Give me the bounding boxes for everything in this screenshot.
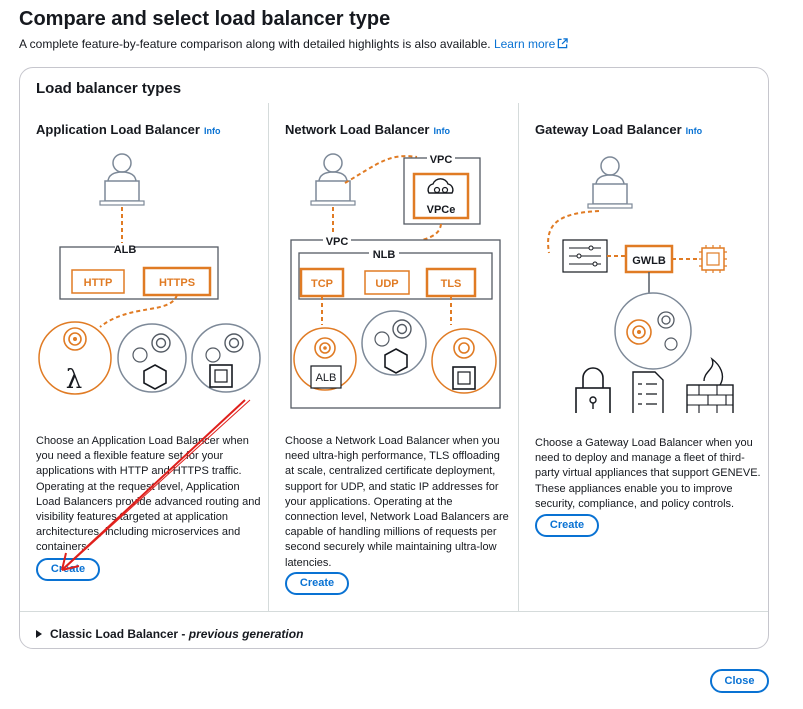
- nlb-group-label: NLB: [373, 249, 396, 261]
- nlb-column: Network Load Balancer Info VPC VPCe VPC …: [268, 103, 518, 611]
- page-description: A complete feature-by-feature comparison…: [19, 37, 569, 51]
- panel-divider: [20, 611, 768, 612]
- nlb-desc-line: at scale, centralized certificate deploy…: [285, 465, 496, 478]
- alb-diagram: ALB HTTP HTTPS λ: [38, 153, 261, 395]
- alb-desc-line: containers.: [36, 541, 90, 554]
- learn-more-link[interactable]: Learn more: [493, 37, 569, 51]
- nlb-vpc-label: VPC: [326, 236, 349, 248]
- nlb-desc-line: Choose a Network Load Balancer when you: [285, 435, 500, 447]
- nlb-desc-line: need ultra-high performance, TLS offload…: [285, 450, 500, 463]
- firewall-icon: [686, 356, 734, 413]
- panel-title: Load balancer types: [36, 80, 182, 97]
- load-balancer-types-panel: Load balancer types Application Load Bal…: [19, 67, 769, 649]
- caret-right-icon: [36, 630, 42, 638]
- nlb-create-button[interactable]: Create: [285, 572, 349, 595]
- instance-target-icon: [431, 328, 497, 394]
- classic-label: Classic Load Balancer: [50, 627, 179, 641]
- nlb-description: Choose a Network Load Balancer when you …: [285, 434, 513, 571]
- alb-desc-line: visibility features targeted at applicat…: [36, 511, 228, 524]
- tls-box: TLS: [441, 278, 462, 290]
- gwlb-desc-line: security, compliance, and policy control…: [535, 497, 735, 510]
- alb-desc-line: Load Balancers provide advanced routing …: [36, 495, 261, 508]
- gwlb-desc-line: party virtual appliances that support GE…: [535, 467, 761, 480]
- user-icon: [587, 156, 633, 209]
- nlb-alb-target-label: ALB: [316, 372, 337, 384]
- checklist-icon: [632, 371, 664, 413]
- http-box: HTTP: [84, 277, 113, 289]
- https-box: HTTPS: [159, 277, 195, 289]
- alb-target-icon: ALB: [293, 327, 357, 391]
- gwlb-column: Gateway Load Balancer Info GWLB Choose a…: [518, 103, 769, 611]
- gwlb-description: Choose a Gateway Load Balancer when you …: [535, 436, 765, 512]
- container-target-icon: [117, 323, 187, 393]
- classic-suffix: previous generation: [188, 627, 304, 641]
- user-icon: [99, 153, 145, 206]
- lambda-target-icon: λ: [38, 321, 112, 395]
- alb-description: Choose an Application Load Balancer when…: [36, 434, 262, 556]
- alb-desc-line: architectures, including microservices a…: [36, 526, 241, 539]
- nlb-desc-line: latencies.: [285, 556, 332, 569]
- gwlb-diagram: GWLB: [547, 156, 734, 413]
- learn-more-label: Learn more: [493, 37, 556, 51]
- classic-load-balancer-toggle[interactable]: Classic Load Balancer - previous generat…: [36, 627, 303, 641]
- page-title: Compare and select load balancer type: [19, 8, 391, 30]
- close-button[interactable]: Close: [710, 669, 769, 693]
- gwlb-desc-line: Choose a Gateway Load Balancer when you: [535, 437, 753, 449]
- lock-icon: [575, 367, 611, 413]
- udp-box: UDP: [375, 278, 398, 290]
- nlb-desc-line: connection level, Network Load Balancers…: [285, 511, 509, 524]
- nlb-desc-line: your applications. Operating at the: [285, 495, 453, 508]
- gwlb-desc-line: These appliances enable you to improve: [535, 482, 733, 495]
- container-target-icon: [361, 310, 427, 376]
- alb-column: Application Load Balancer Info ALB HTTP H…: [20, 103, 268, 611]
- appliance-chip-icon: [699, 245, 727, 273]
- gwlb-desc-line: need to deploy and manage a fleet of thi…: [535, 452, 745, 465]
- nlb-desc-line: second securely while maintaining ultra-…: [285, 541, 497, 554]
- nlb-diagram: VPC VPCe VPC NLB TCP UDP TLS ALB: [290, 153, 501, 409]
- user-icon: [310, 153, 356, 206]
- gwlb-box: GWLB: [632, 255, 666, 267]
- alb-group-label: ALB: [114, 244, 137, 256]
- alb-desc-line: Operating at the request level, Applicat…: [36, 480, 240, 493]
- alb-desc-line: applications with HTTP and HTTPS traffic…: [36, 465, 242, 478]
- gwlb-create-button[interactable]: Create: [535, 514, 599, 537]
- description-text: A complete feature-by-feature comparison…: [19, 37, 491, 51]
- nlb-desc-line: capable of handling millions of requests…: [285, 526, 497, 539]
- vpce-label: VPCe: [427, 204, 456, 216]
- target-cluster-icon: [614, 292, 692, 370]
- alb-desc-line: Choose an Application Load Balancer when: [36, 435, 249, 447]
- instance-target-icon: [191, 323, 261, 393]
- nlb-vpc-top-label: VPC: [430, 154, 453, 166]
- firewall-rules-icon: [562, 239, 608, 273]
- alb-create-button[interactable]: Create: [36, 558, 100, 581]
- external-link-icon: [558, 38, 569, 49]
- alb-desc-line: you need a flexible feature set for your: [36, 450, 224, 463]
- nlb-desc-line: support for UDP, and static IP addresses…: [285, 480, 499, 493]
- tcp-box: TCP: [311, 278, 333, 290]
- svg-text:λ: λ: [66, 365, 82, 395]
